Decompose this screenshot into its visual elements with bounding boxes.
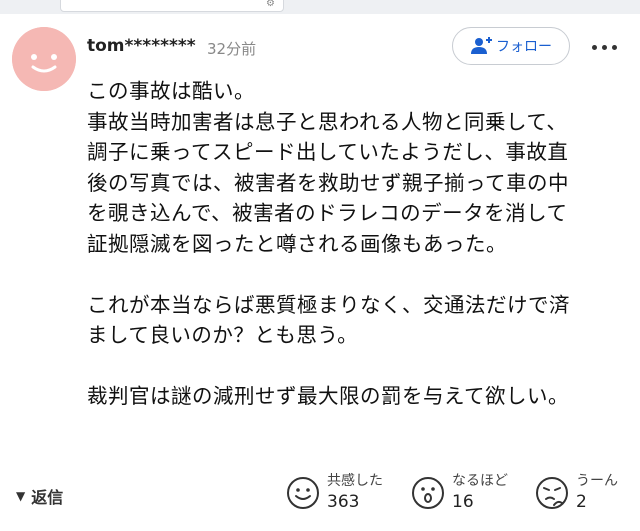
- comment-line: 後の写真では、被害者を救助せず親子揃って車の中: [87, 170, 569, 195]
- comment-line: を覗き込んで、被害者のドラレコのデータを消して: [87, 201, 568, 225]
- comment-line: まして良いのか？とも思う。: [87, 323, 359, 347]
- comment-line: 事故当時加害者は息子と思われる人物と同乗して、: [87, 109, 568, 134]
- comment-line: 証拠隠滅を図ったと噂される画像もあった。: [87, 231, 507, 256]
- reaction-empathy-button[interactable]: 共感した 363: [285, 472, 383, 514]
- comment-body: この事故は酷い。 事故当時加害者は息子と思われる人物と同乗して、 調子に乗ってス…: [87, 76, 632, 412]
- comment-line: この事故は酷い。: [87, 79, 255, 103]
- reaction-count: 2: [576, 492, 587, 512]
- follow-label: フォロー: [496, 39, 552, 55]
- previous-item-strip: ⚙: [0, 0, 640, 14]
- reaction-label: 共感した: [327, 473, 383, 489]
- username[interactable]: tom********: [87, 36, 196, 56]
- comment-line: これが本当ならば悪質極まりなく、交通法だけで済: [87, 292, 570, 317]
- reply-toggle[interactable]: ▼ 返信: [16, 484, 63, 508]
- triangle-down-icon: ▼: [16, 489, 26, 503]
- small-icon: ⚙: [266, 0, 275, 9]
- post-time: 32分前: [207, 40, 257, 58]
- surprised-face-icon: [412, 477, 444, 509]
- reaction-count: 363: [327, 492, 360, 512]
- reply-label: 返信: [31, 488, 64, 507]
- more-options-icon[interactable]: [592, 42, 626, 52]
- previous-item-box: [60, 0, 284, 12]
- follow-button[interactable]: フォロー: [452, 27, 570, 65]
- comment-line: 調子に乗ってスピード出していたようだし、事故直: [87, 140, 569, 164]
- comment-line: 裁判官は謎の減刑せず最大限の罰を与えて欲しい。: [87, 384, 569, 408]
- smiley-avatar-icon: [12, 27, 76, 91]
- comment-line: [87, 259, 632, 290]
- thinking-face-icon: [536, 477, 568, 509]
- comment-line: [87, 351, 632, 382]
- add-user-icon: [471, 37, 492, 54]
- smile-face-icon: [287, 477, 319, 509]
- reaction-count: 16: [452, 492, 474, 512]
- reaction-insight-button[interactable]: なるほど 16: [410, 472, 508, 514]
- reaction-label: うーん: [576, 473, 618, 489]
- reaction-hmm-button[interactable]: うーん 2: [534, 472, 618, 514]
- reaction-label: なるほど: [452, 473, 508, 489]
- user-avatar[interactable]: [12, 27, 76, 91]
